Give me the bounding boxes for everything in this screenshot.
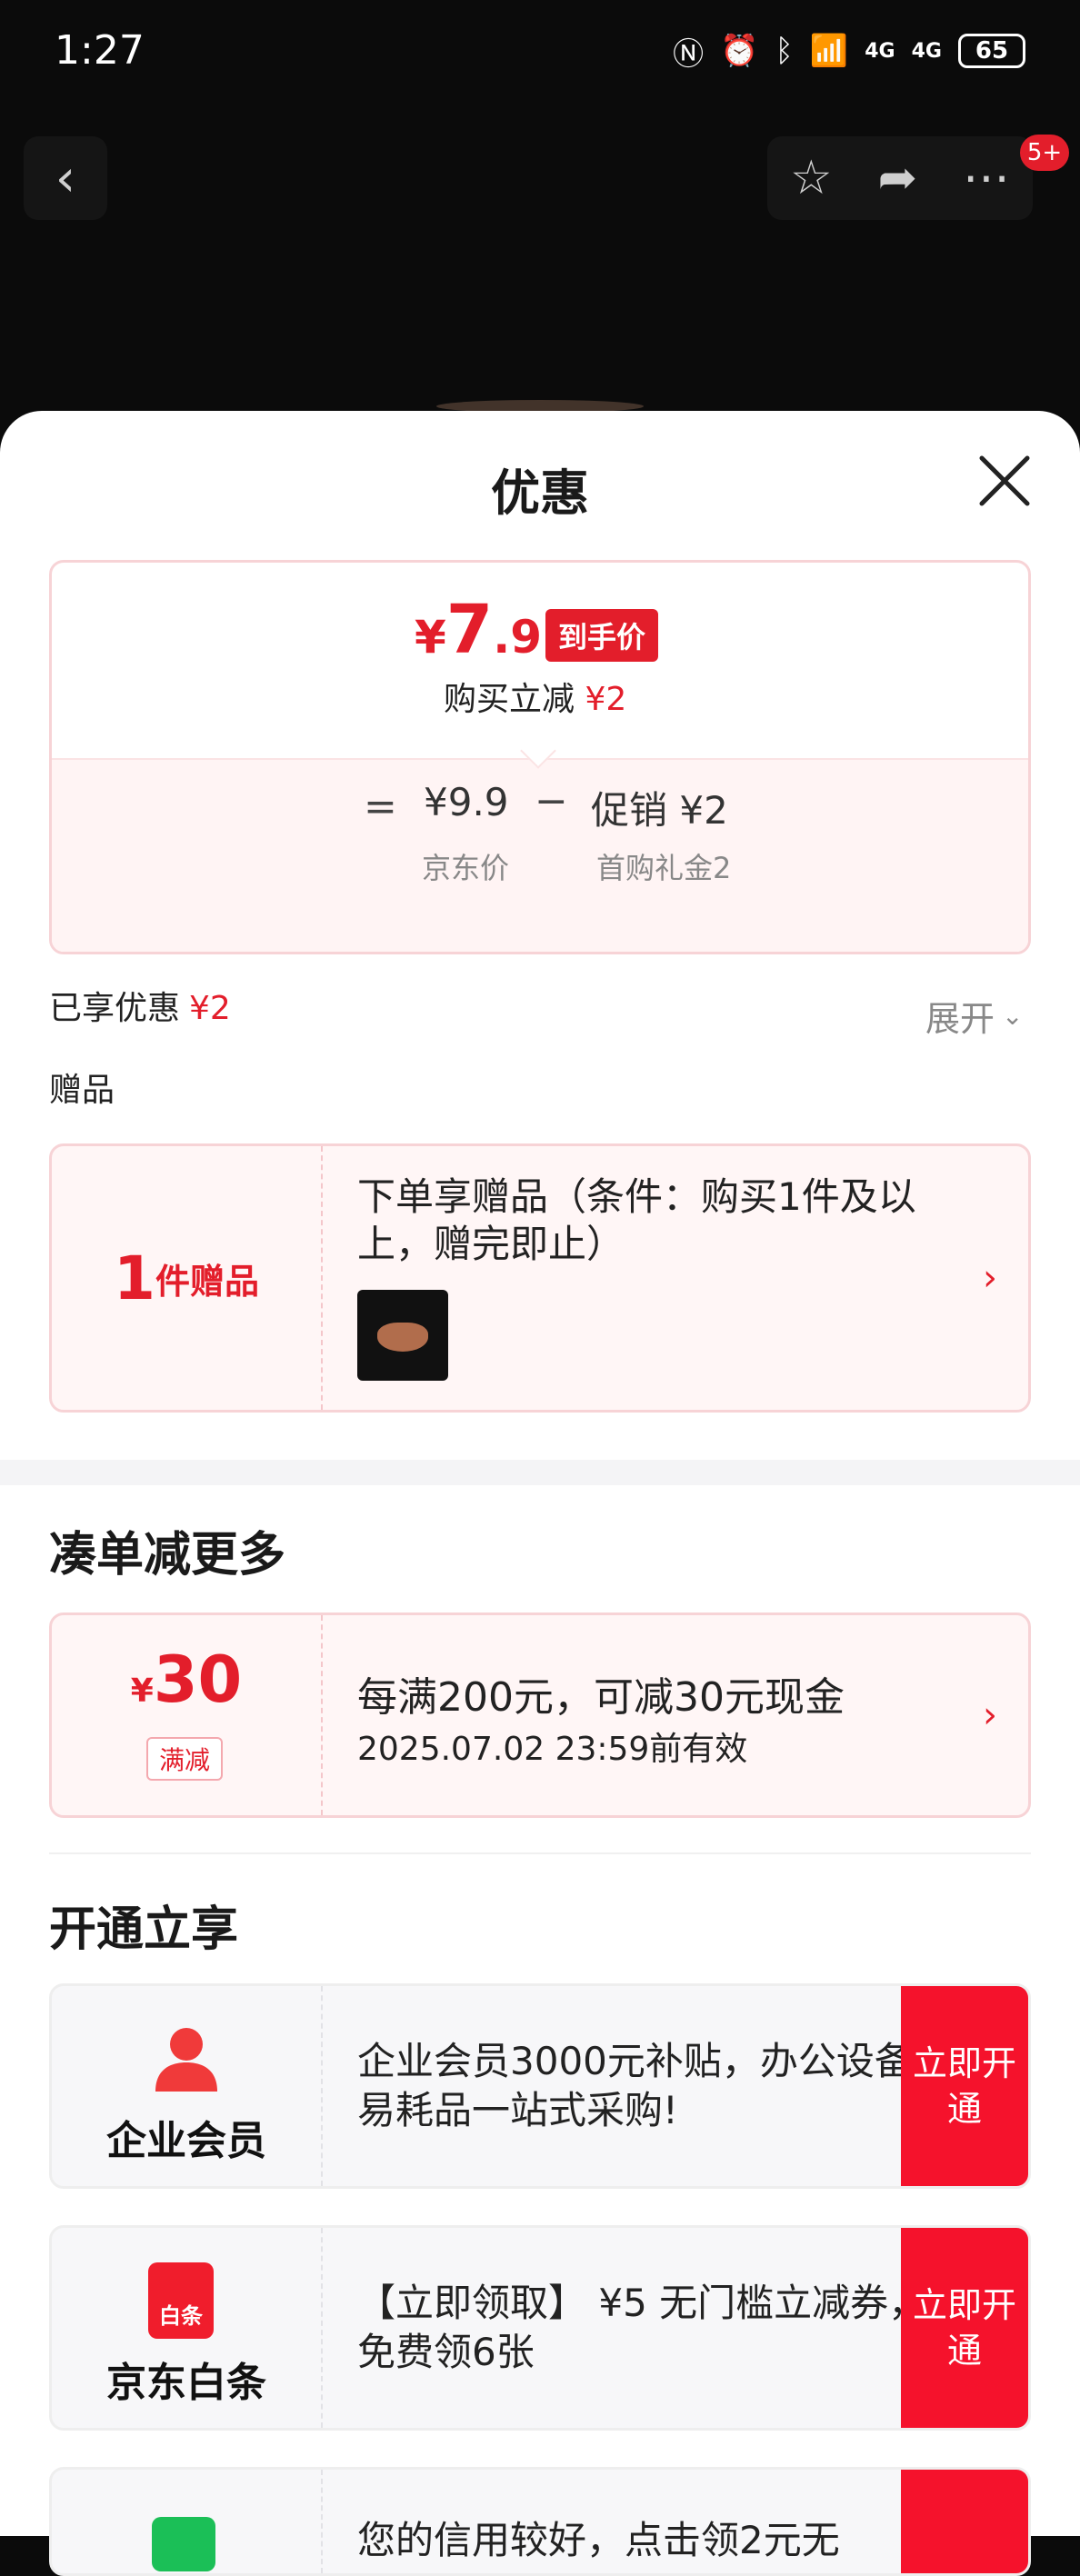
person-icon (155, 2028, 217, 2092)
enjoyed-label: 已享优惠 (49, 990, 181, 1027)
gift-condition-text: 下单享赠品（条件：购买1件及以上，赠完即止） (357, 1174, 916, 1266)
enterprise-member-card[interactable]: 企业会员 企业会员3000元补贴，办公设备/易耗品一站式采购! 立即开通 (49, 1983, 1031, 2189)
enjoyed-amount: ¥2 (189, 990, 231, 1027)
promo-note: 首购礼金2 (596, 851, 732, 885)
reduce-number: 30 (153, 1642, 243, 1717)
gift-count-unit: 件赠品 (155, 1261, 259, 1302)
enjoyed-discount: 已享优惠 ¥2 (49, 982, 231, 1029)
open-now-button[interactable] (901, 2470, 1028, 2573)
chevron-right-icon: › (983, 1694, 997, 1736)
nfc-icon: Ⓝ (673, 35, 705, 73)
full-reduce-coupon[interactable]: ¥30 满减 每满200元，可减30元现金 2025.07.02 23:59前有… (49, 1612, 1031, 1818)
bluetooth-icon: ᛒ (775, 33, 794, 69)
more-icon[interactable]: ⋯ (963, 151, 1010, 205)
section-divider (0, 1460, 1080, 1485)
alarm-icon: ⏰ (720, 33, 759, 69)
signal-1-icon: 4G (865, 39, 895, 63)
gift-count: 1 件赠品 (52, 1146, 323, 1410)
credit-card-offer[interactable]: 您的信用较好，点击领2元无 (49, 2467, 1031, 2576)
wifi-icon: 📶 (809, 33, 849, 69)
discount-line: 购买立减 ¥2 (444, 673, 626, 720)
close-icon[interactable] (976, 453, 1033, 509)
expand-label: 展开 (925, 999, 995, 1039)
card-desc: 企业会员3000元补贴，办公设备/易耗品一站式采购! (357, 2039, 926, 2132)
minus-sign: − (535, 778, 568, 824)
final-price-currency: ¥ (415, 611, 446, 664)
final-price-dec: .9 (493, 611, 543, 664)
signal-2-icon: 4G (911, 39, 942, 63)
open-now-button[interactable]: 立即开通 (901, 2228, 1028, 2428)
chevron-left-icon: ‹ (55, 148, 76, 208)
thin-divider (49, 1852, 1031, 1854)
final-price-int: 7 (445, 591, 494, 669)
card-name: 企业会员 (106, 2118, 266, 2164)
status-time: 1:27 (55, 27, 145, 74)
gift-thumbnail[interactable] (357, 1290, 448, 1381)
star-icon[interactable]: ☆ (790, 151, 833, 205)
top-action-group: ☆ ➦ ⋯ (767, 136, 1033, 220)
reduce-text: 每满200元，可减30元现金 (357, 1674, 845, 1721)
reduce-currency: ¥ (130, 1672, 154, 1710)
share-icon[interactable]: ➦ (878, 151, 918, 205)
discount-label: 购买立减 (444, 681, 575, 718)
gifts-section-label: 赠品 (49, 1072, 115, 1109)
battery-icon: 65 (958, 34, 1025, 68)
reduce-validity: 2025.07.02 23:59前有效 (357, 1731, 748, 1768)
gift-count-num: 1 (114, 1243, 155, 1313)
jd-price-label: 京东价 (422, 851, 510, 885)
open-now-button[interactable]: 立即开通 (901, 1986, 1028, 2186)
reduce-amount: ¥30 (52, 1642, 321, 1717)
card-name: 京东白条 (106, 2360, 266, 2406)
discount-amount: ¥2 (585, 681, 627, 718)
chevron-down-icon: ⌄ (1002, 1001, 1024, 1031)
reduce-tag: 满减 (146, 1737, 224, 1781)
card-desc: 【立即领取】 ¥5 无门槛立减券，免费领6张 (357, 2281, 927, 2374)
back-button[interactable]: ‹ (24, 136, 107, 220)
baitiao-card[interactable]: 白条 京东白条 【立即领取】 ¥5 无门槛立减券，免费领6张 立即开通 (49, 2225, 1031, 2431)
more-section-title: 凑单减更多 (49, 1528, 286, 1583)
card-desc: 您的信用较好，点击领2元无 (357, 2518, 840, 2562)
equals-sign: = (364, 784, 397, 830)
expand-button[interactable]: 展开 ⌄ (925, 991, 1023, 1041)
gift-card[interactable]: 1 件赠品 下单享赠品（条件：购买1件及以上，赠完即止） › (49, 1143, 1031, 1413)
final-price: ¥7.9 (415, 591, 542, 669)
promo-amount: 促销 ¥2 (591, 788, 728, 833)
open-section-title: 开通立享 (49, 1902, 239, 1957)
card-left (52, 2470, 323, 2573)
jd-price: ¥9.9 (424, 780, 509, 824)
chevron-right-icon: › (983, 1257, 997, 1299)
baitiao-icon: 白条 (148, 2262, 214, 2339)
message-badge: 5+ (1020, 135, 1069, 171)
status-icons: Ⓝ ⏰ ᛒ 📶 4G 4G 65 (673, 31, 1025, 73)
final-price-tag: 到手价 (545, 609, 659, 662)
sheet-title: 优惠 (491, 464, 589, 522)
shopping-bag-icon (152, 2517, 215, 2571)
